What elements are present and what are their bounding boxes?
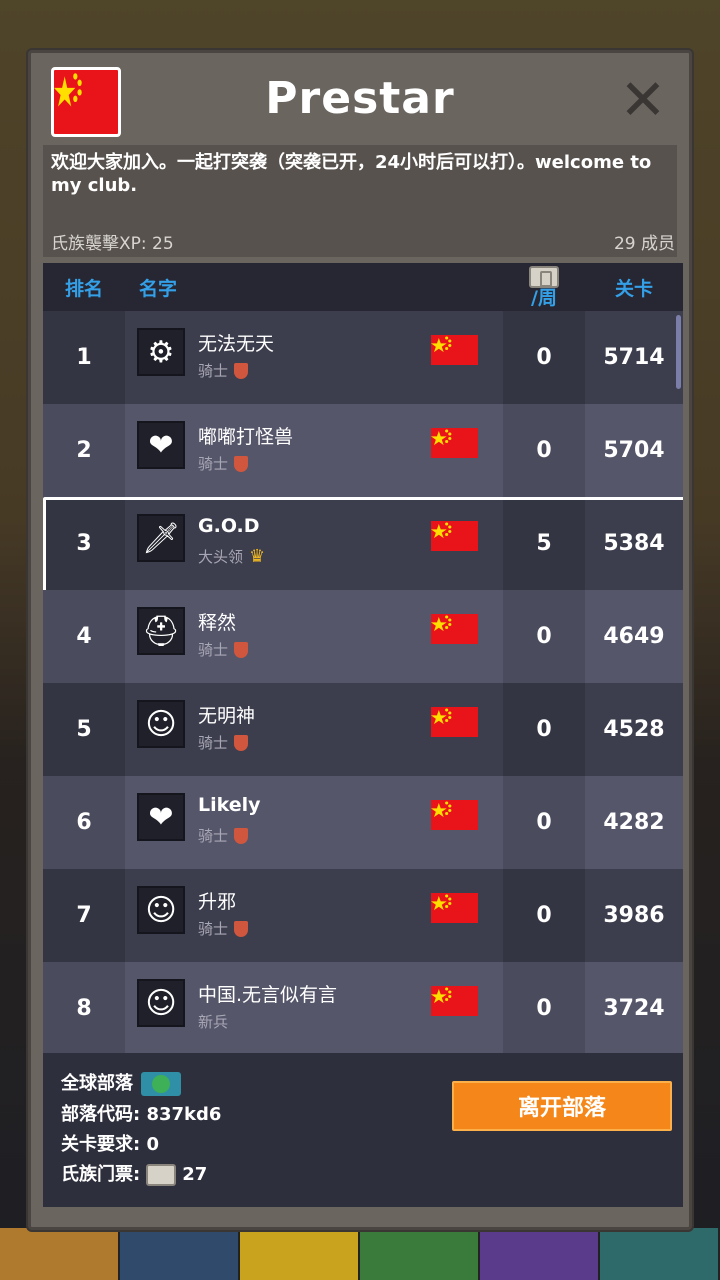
row-rank: 1 (76, 345, 92, 370)
club-footer: 全球部落 部落代码: 837kd6 关卡要求: 0 氏族门票: 27 离开部落 (43, 1053, 683, 1207)
china-flag-icon (431, 986, 478, 1016)
hooded-face-icon: ☺ (137, 700, 185, 748)
table-row[interactable]: 3 🗡 G.O.D 大头领 ♛ 5 5384 (43, 497, 683, 596)
shield-icon (234, 920, 249, 937)
row-week-tickets: 0 (536, 717, 552, 742)
table-row[interactable]: 8 ☺ 中国.无言似有言 新兵 0 3724 (43, 962, 683, 1053)
table-row[interactable]: 5 ☺ 无明神 骑士 0 4528 (43, 683, 683, 776)
shield-icon (234, 455, 249, 472)
player-name: 中国.无言似有言 (198, 984, 338, 1006)
row-rank: 5 (76, 717, 92, 742)
club-xp: 氏族襲擊XP: 25 (51, 234, 174, 254)
member-count: 29 成员 (613, 234, 675, 254)
player-name: 嘟嘟打怪兽 (198, 426, 294, 448)
player-name: 无明神 (198, 705, 256, 727)
player-role: 骑士 (198, 639, 249, 660)
shield-icon (234, 734, 249, 751)
hooded-face-icon: ☺ (137, 979, 185, 1027)
row-week-tickets: 0 (536, 345, 552, 370)
player-role: 骑士 (198, 918, 249, 939)
header-level[interactable]: 关卡 (585, 263, 683, 311)
horned-helmet-icon: ⛑ (137, 607, 185, 655)
header-rank[interactable]: 排名 (43, 263, 125, 311)
shield-icon (234, 641, 249, 658)
row-level: 5384 (603, 531, 665, 556)
row-level: 3986 (603, 903, 665, 928)
hooded-face-icon: ☺ (137, 886, 185, 934)
row-week-tickets: 0 (536, 903, 552, 928)
table-row[interactable]: 7 ☺ 升邪 骑士 0 3986 (43, 869, 683, 962)
club-code: 部落代码: 837kd6 (61, 1104, 222, 1125)
player-name: G.O.D (198, 515, 260, 537)
global-club-label: 全球部落 (61, 1069, 181, 1096)
table-row[interactable]: 6 ❤ Likely 骑士 0 4282 (43, 776, 683, 869)
bottom-nav-bar (0, 1228, 720, 1280)
player-role: 骑士 (198, 732, 249, 753)
row-week-tickets: 0 (536, 996, 552, 1021)
row-level: 3724 (603, 996, 665, 1021)
row-rank: 7 (76, 903, 92, 928)
row-week-tickets: 0 (536, 624, 552, 649)
shield-icon (234, 827, 249, 844)
player-name: 无法无天 (198, 333, 275, 355)
header-week[interactable]: /周 (503, 263, 585, 311)
china-flag-icon (431, 521, 478, 551)
china-flag-icon (431, 800, 478, 830)
row-week-tickets: 0 (536, 810, 552, 835)
row-rank: 2 (76, 438, 92, 463)
table-row[interactable]: 1 ⚙ 无法无天 骑士 0 5714 (43, 311, 683, 404)
ticket-icon (529, 266, 559, 288)
china-flag-icon (431, 893, 478, 923)
row-rank: 4 (76, 624, 92, 649)
table-row[interactable]: 2 ❤ 嘟嘟打怪兽 骑士 0 5704 (43, 404, 683, 497)
player-name: 释然 (198, 612, 237, 634)
level-requirement: 关卡要求: 0 (61, 1134, 159, 1155)
sword-icon: 🗡 (137, 514, 185, 562)
panel-header: Prestar ✕ (31, 53, 689, 148)
ticket-icon (146, 1164, 177, 1186)
table-header: 排名 名字 /周 关卡 (43, 263, 683, 311)
china-flag-icon (431, 335, 478, 365)
player-role: 大头领 ♛ (198, 545, 266, 567)
player-role: 骑士 (198, 453, 249, 474)
row-week-tickets: 5 (536, 531, 552, 556)
club-ticket: 氏族门票: 27 (61, 1164, 208, 1186)
player-role: 骑士 (198, 360, 249, 381)
member-table[interactable]: 排名 名字 /周 关卡 1 ⚙ 无法无天 骑士 0 5714 2 ❤ 嘟嘟打怪兽… (43, 263, 683, 1053)
globe-icon (141, 1072, 181, 1096)
row-level: 5714 (603, 345, 665, 370)
player-role: 新兵 (198, 1013, 229, 1031)
china-flag-icon (431, 428, 478, 458)
club-stats-row: 氏族襲擊XP: 25 29 成员 (51, 229, 675, 254)
row-week-tickets: 0 (536, 438, 552, 463)
shield-icon (234, 362, 249, 379)
table-row[interactable]: 4 ⛑ 释然 骑士 0 4649 (43, 590, 683, 683)
header-week-label: /周 (531, 287, 557, 309)
china-flag-icon (431, 614, 478, 644)
row-level: 4528 (603, 717, 665, 742)
player-role: 骑士 (198, 825, 249, 846)
table-scrollbar[interactable] (676, 315, 681, 389)
gear-box-icon: ⚙ (137, 328, 185, 376)
row-rank: 3 (76, 531, 92, 556)
player-name: Likely (198, 794, 261, 816)
row-rank: 8 (76, 996, 92, 1021)
row-level: 5704 (603, 438, 665, 463)
row-level: 4282 (603, 810, 665, 835)
club-title: Prestar (265, 73, 455, 124)
club-description: 欢迎大家加入。一起打突袭（突袭已开，24小时后可以打）。welcome to m… (51, 152, 652, 196)
row-rank: 6 (76, 810, 92, 835)
winged-heart-icon: ❤ (137, 421, 185, 469)
club-panel: Prestar ✕ 欢迎大家加入。一起打突袭（突袭已开，24小时后可以打）。we… (28, 50, 692, 1230)
winged-heart-icon: ❤ (137, 793, 185, 841)
row-level: 4649 (603, 624, 665, 649)
china-flag-icon (431, 707, 478, 737)
header-name[interactable]: 名字 (139, 263, 219, 311)
leave-club-button[interactable]: 离开部落 (452, 1081, 672, 1131)
close-icon[interactable]: ✕ (619, 73, 667, 129)
player-name: 升邪 (198, 891, 237, 913)
crown-icon: ♛ (249, 545, 266, 567)
